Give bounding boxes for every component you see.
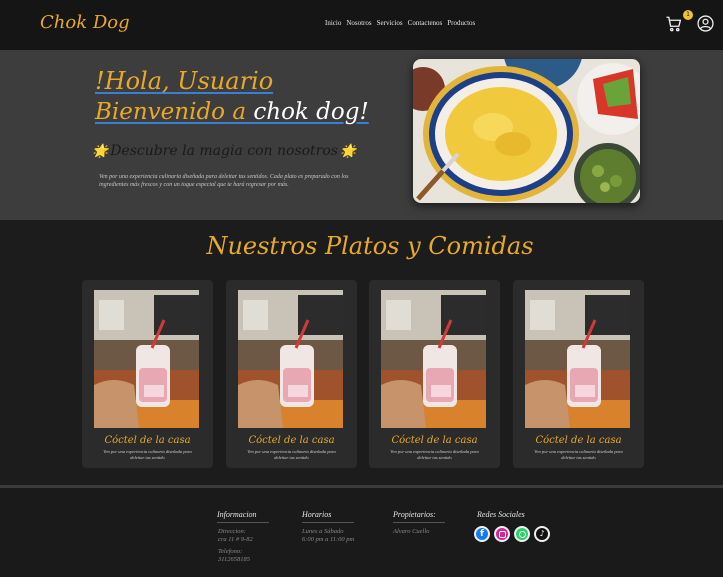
nav-item-productos[interactable]: Productos: [447, 19, 475, 27]
footer-hours-heading: Horarios: [302, 510, 354, 523]
facebook-icon[interactable]: f: [474, 526, 490, 542]
hero-description: Ven por una experiencia culinaria diseña…: [99, 174, 349, 188]
user-icon[interactable]: [697, 15, 714, 32]
brand-logo[interactable]: Chok Dog: [40, 12, 130, 33]
product-title: Cóctel de la casa: [535, 435, 622, 446]
nav-item-contactenos[interactable]: Contactenos: [408, 19, 443, 27]
product-card[interactable]: Cóctel de la casa Ven por una experienci…: [226, 280, 357, 468]
sparkle-star-icon: 🌟: [340, 143, 357, 159]
footer-owners-heading: Propietarios:: [393, 510, 445, 523]
footer-hours-time: 6:00 pm a 11:00 pm: [302, 536, 355, 543]
nav-item-nosotros[interactable]: Nosotros: [346, 19, 371, 27]
sparkle-star-icon: 🌟: [92, 143, 109, 159]
hero-welcome: Bienvenido a chok dog!: [95, 99, 369, 125]
footer-hours-days: Lunes a Sábado: [302, 528, 344, 535]
product-card[interactable]: Cóctel de la casa Ven por una experienci…: [513, 280, 644, 468]
hero-welcome-prefix: Bienvenido a: [95, 99, 254, 125]
product-description: Ven por una experiencia culinaria diseña…: [390, 449, 479, 460]
navbar: Chok Dog Inicio Nosotros Servicios Conta…: [0, 0, 723, 50]
footer: [0, 488, 723, 577]
hero-tagline: 🌟 Descubre la magia con nosotros 🌟: [90, 143, 358, 159]
footer-phone: 3112658185: [218, 556, 251, 563]
instagram-icon[interactable]: [494, 526, 510, 542]
cart-icon[interactable]: [665, 15, 683, 33]
footer-phone-label: Telefono:: [218, 548, 243, 555]
tiktok-icon[interactable]: ♪: [534, 526, 550, 542]
product-description: Ven por una experiencia culinaria diseña…: [247, 449, 336, 460]
product-description: Ven por una experiencia culinaria diseña…: [103, 449, 192, 460]
cart-count-badge: 1: [683, 10, 693, 20]
whatsapp-icon[interactable]: [514, 526, 530, 542]
product-title: Cóctel de la casa: [104, 435, 191, 446]
product-title: Cóctel de la casa: [391, 435, 478, 446]
footer-address: cra 11 # 9-82: [218, 536, 253, 543]
product-image: [525, 290, 630, 428]
hero-welcome-name: chok dog!: [253, 99, 369, 125]
section-title: Nuestros Platos y Comidas: [206, 232, 534, 260]
product-image: [381, 290, 486, 428]
product-image: [238, 290, 343, 428]
product-image: [94, 290, 199, 428]
footer-info-heading: Informacion: [217, 510, 269, 523]
nav-item-servicios[interactable]: Servicios: [377, 19, 403, 27]
hero-tagline-text: Descubre la magia con nosotros: [110, 143, 338, 159]
hero-greeting: !Hola, Usuario: [95, 67, 274, 95]
product-description: Ven por una experiencia culinaria diseña…: [534, 449, 623, 460]
product-card[interactable]: Cóctel de la casa Ven por una experienci…: [369, 280, 500, 468]
footer-address-label: Direccion:: [218, 528, 246, 535]
product-card[interactable]: Cóctel de la casa Ven por una experienci…: [82, 280, 213, 468]
nav-item-inicio[interactable]: Inicio: [325, 19, 341, 27]
product-title: Cóctel de la casa: [248, 435, 335, 446]
footer-owner: Alvaro Cuello: [393, 528, 430, 535]
footer-social-heading: Redes Sociales: [477, 510, 525, 519]
hero-food-image: [413, 59, 640, 203]
nav-links: Inicio Nosotros Servicios Contactenos Pr…: [325, 19, 475, 27]
